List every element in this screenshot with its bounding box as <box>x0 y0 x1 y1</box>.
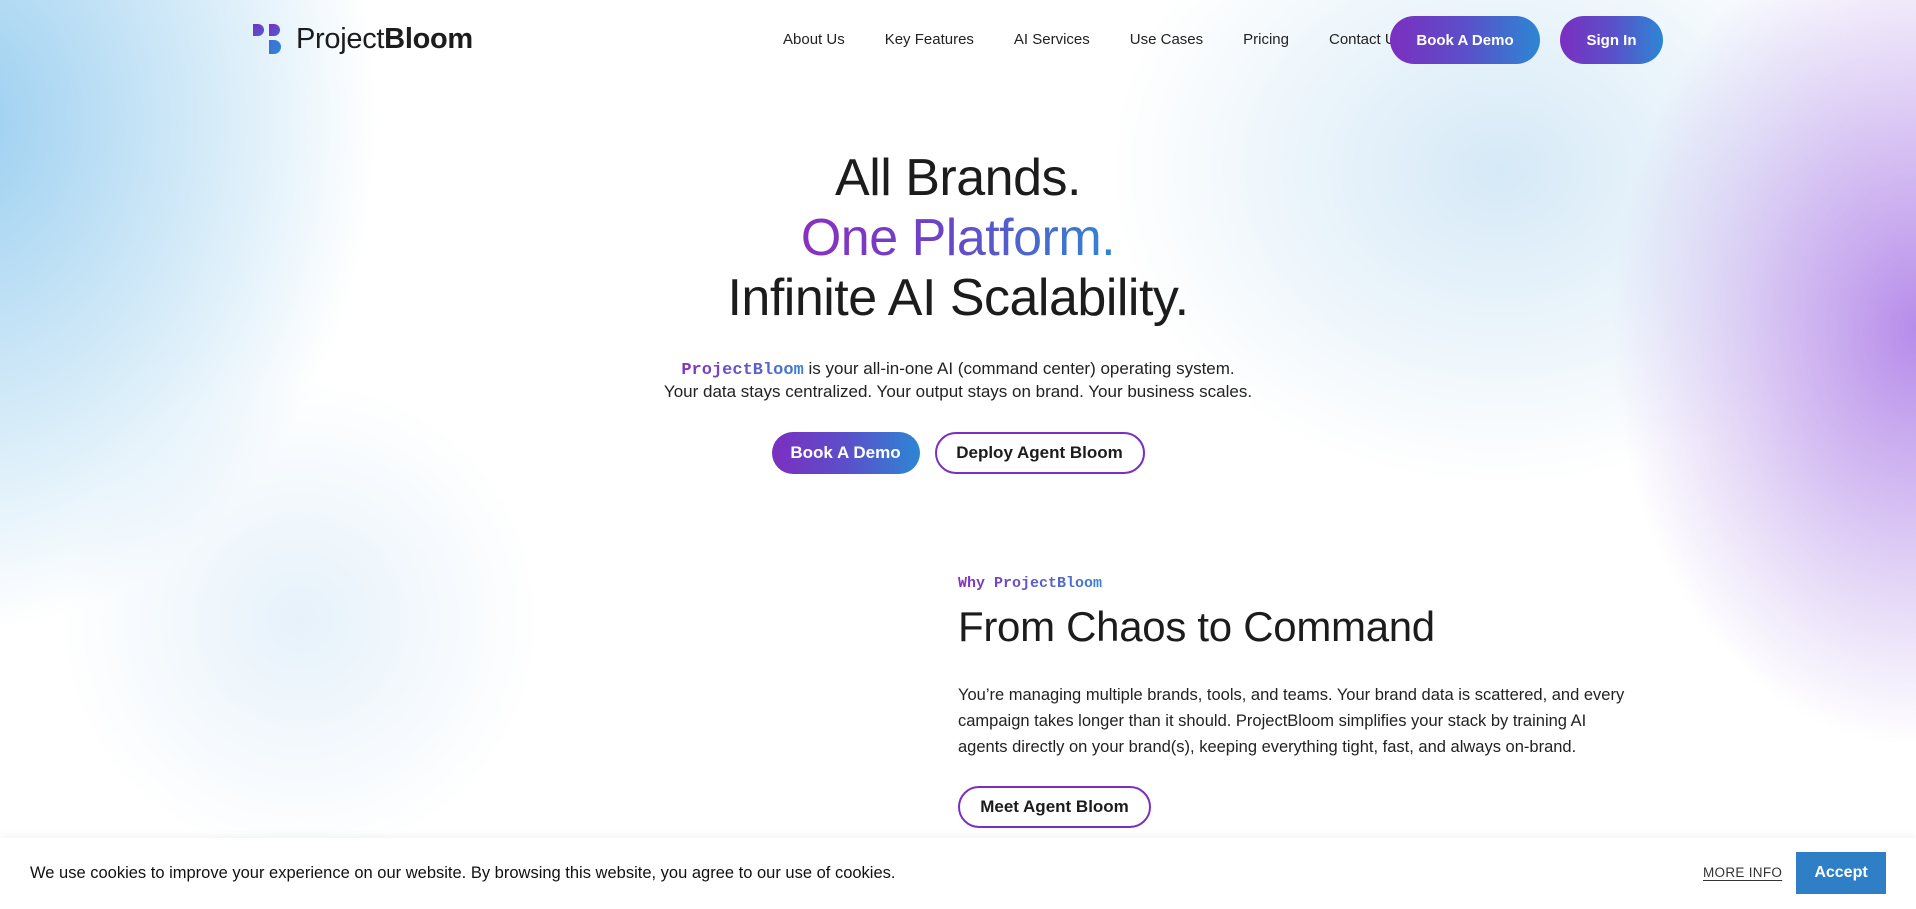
hero-headline-line-2: One Platform. <box>800 209 1116 267</box>
hero-cta-group: Book A Demo Deploy Agent Bloom <box>0 432 1916 474</box>
why-body: You’re managing multiple brands, tools, … <box>958 686 1625 756</box>
brand-name: ProjectBloom <box>296 22 473 55</box>
why-eyebrow: Why ProjectBloom <box>958 575 1103 592</box>
hero-headline-line-3: Infinite AI Scalability. <box>727 269 1189 327</box>
meet-agent-bloom-button[interactable]: Meet Agent Bloom <box>958 786 1151 828</box>
hero-subtitle-line-1: ProjectBloom is your all-in-one AI (comm… <box>0 358 1916 381</box>
brand-logo[interactable]: ProjectBloom <box>252 22 473 56</box>
cookie-banner: We use cookies to improve your experienc… <box>0 838 1916 909</box>
nav-book-demo-button[interactable]: Book A Demo <box>1390 16 1540 64</box>
top-nav: ProjectBloom About Us Key Features AI Se… <box>0 0 1916 80</box>
nav-link-pricing[interactable]: Pricing <box>1243 31 1289 48</box>
cookie-text: We use cookies to improve your experienc… <box>30 864 896 882</box>
hero-subtitle-brand: ProjectBloom <box>681 361 804 380</box>
hero-subtitle: ProjectBloom is your all-in-one AI (comm… <box>0 358 1916 402</box>
cookie-more-info-link[interactable]: MORE INFO <box>1703 865 1782 880</box>
hero-subtitle-line-2: Your data stays centralized. Your output… <box>663 382 1253 401</box>
nav-sign-in-button[interactable]: Sign In <box>1560 16 1663 64</box>
nav-link-key-features[interactable]: Key Features <box>885 31 974 48</box>
hero-section: All Brands. One Platform. Infinite AI Sc… <box>0 148 1916 474</box>
hero-subtitle-text: is your all-in-one AI (command center) o… <box>808 359 1235 378</box>
why-section: Why ProjectBloom From Chaos to Command Y… <box>958 574 1658 828</box>
projectbloom-logo-icon <box>253 24 281 54</box>
nav-link-about-us[interactable]: About Us <box>783 31 845 48</box>
hero-book-demo-button[interactable]: Book A Demo <box>771 432 920 474</box>
nav-link-ai-services[interactable]: AI Services <box>1014 31 1090 48</box>
nav-link-use-cases[interactable]: Use Cases <box>1130 31 1203 48</box>
cookie-accept-button[interactable]: Accept <box>1796 852 1886 894</box>
nav-links: About Us Key Features AI Services Use Ca… <box>783 31 1403 48</box>
deploy-agent-bloom-button[interactable]: Deploy Agent Bloom <box>934 432 1145 474</box>
why-title: From Chaos to Command <box>958 603 1435 650</box>
hero-headline-line-1: All Brands. <box>835 149 1081 207</box>
